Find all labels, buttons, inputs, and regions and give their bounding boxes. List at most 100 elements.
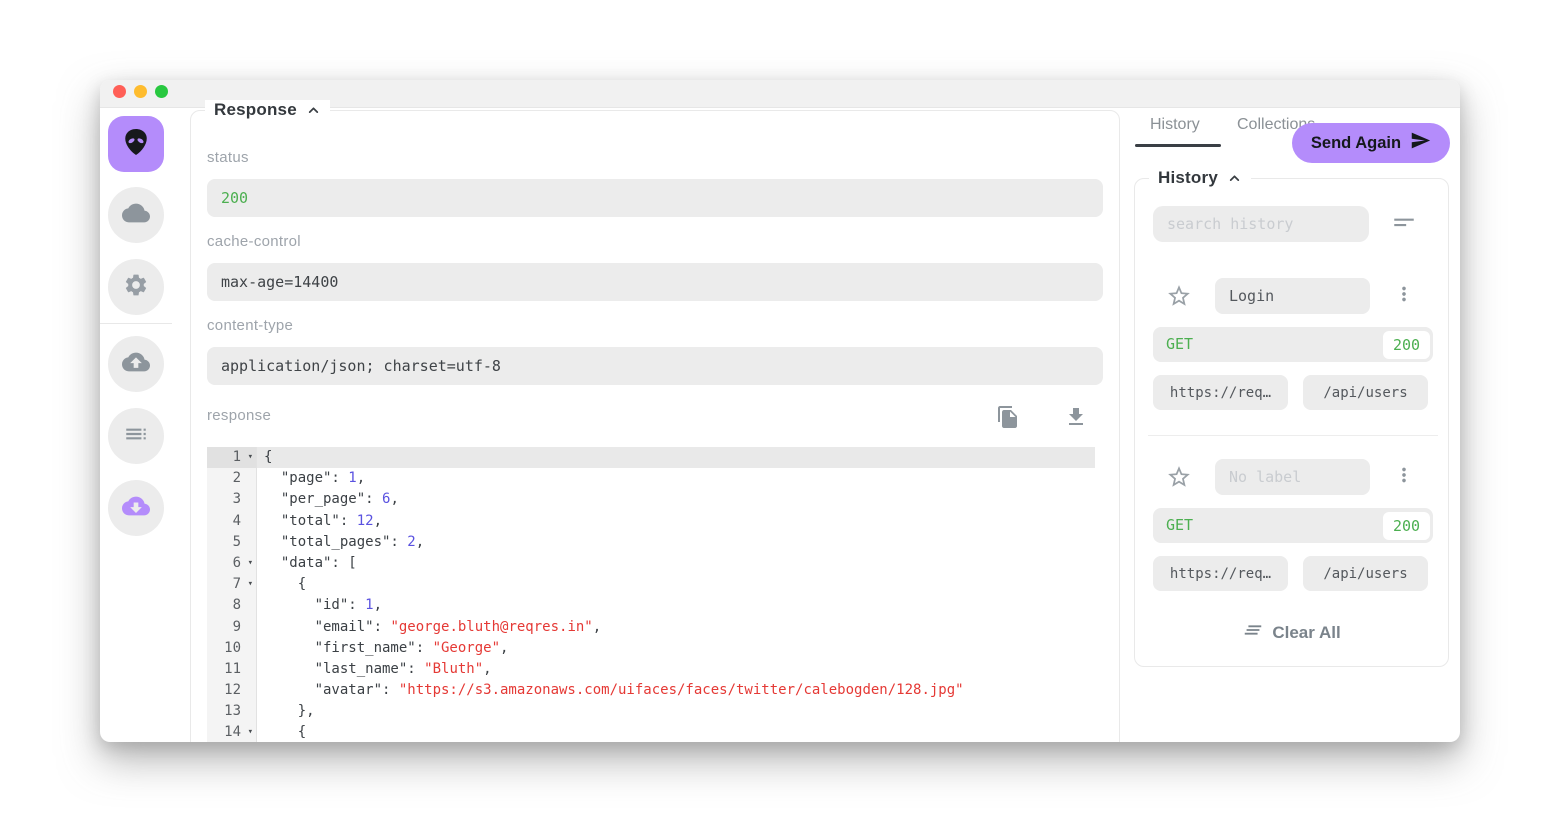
method-label: GET [1166,335,1193,353]
sidebar-item-home[interactable] [108,116,164,172]
line-number: 13 [207,701,257,722]
line-number: 11 [207,659,257,680]
code-line: 13 }, [207,701,1095,722]
code-line-text: { [257,574,306,595]
code-line-text: "per_page": 6, [257,489,399,510]
code-line-text: "total": 12, [257,511,382,532]
download-icon[interactable] [1064,405,1088,429]
code-line: 2 "page": 1, [207,468,1095,489]
send-icon [1410,130,1431,156]
alien-logo-icon [121,127,151,162]
response-panel-title: Response [214,100,297,120]
app-window: Response status cache-control content-ty… [100,80,1460,742]
list-toc-icon [123,421,149,452]
history-item-label-input[interactable] [1215,459,1370,495]
code-line-text: "last_name": "Bluth", [257,659,492,680]
line-number: 12 [207,680,257,701]
tab-history[interactable]: History [1150,116,1200,134]
sidebar-item-cloud[interactable] [108,187,164,243]
clear-all-button[interactable]: Clear All [1135,619,1448,646]
history-panel: History GET 200 https://req… /api/users [1134,178,1449,667]
code-line: 5 "total_pages": 2, [207,532,1095,553]
cache-control-label: cache-control [207,233,301,250]
code-line: 1▾{ [207,447,1095,468]
line-number: 10 [207,638,257,659]
code-line-text: "total_pages": 2, [257,532,424,553]
status-badge: 200 [1383,512,1430,540]
line-number: 2 [207,468,257,489]
code-line: 3 "per_page": 6, [207,489,1095,510]
history-item-url-path[interactable]: /api/users [1303,556,1428,591]
favorite-star-icon[interactable] [1166,283,1192,309]
copy-icon[interactable] [996,405,1020,429]
status-badge: 200 [1383,331,1430,359]
history-item-method-row[interactable]: GET 200 [1153,327,1433,362]
close-window-button[interactable] [113,85,126,98]
code-line: 9 "email": "george.bluth@reqres.in", [207,617,1095,638]
sidebar-item-cloud-download[interactable] [108,480,164,536]
code-line: 8 "id": 1, [207,595,1095,616]
clear-all-icon [1242,619,1264,646]
code-line-text: "first_name": "George", [257,638,508,659]
status-label: status [207,149,249,166]
history-panel-title: History [1158,168,1218,188]
cloud-icon [122,199,150,232]
cache-control-field[interactable] [207,263,1103,301]
send-again-button[interactable]: Send Again [1292,123,1450,163]
collapse-chevron-icon[interactable] [306,104,321,117]
code-line-text: { [257,722,306,742]
line-number: 14▾ [207,722,257,742]
send-again-label: Send Again [1311,134,1401,153]
history-item-method-row[interactable]: GET 200 [1153,508,1433,543]
history-item-label-input[interactable] [1215,278,1370,314]
zoom-window-button[interactable] [155,85,168,98]
content-type-field[interactable] [207,347,1103,385]
more-options-icon[interactable] [1393,283,1415,305]
code-line: 14▾ { [207,722,1095,742]
code-line: 10 "first_name": "George", [207,638,1095,659]
line-number: 7▾ [207,574,257,595]
sidebar-item-list[interactable] [108,408,164,464]
fold-caret-icon[interactable]: ▾ [248,574,253,595]
code-line-text: { [257,447,272,468]
history-panel-header: History [1149,168,1251,188]
fold-caret-icon[interactable]: ▾ [248,553,253,574]
code-line-text: "page": 1, [257,468,365,489]
sidebar-item-cloud-upload[interactable] [108,336,164,392]
minimize-window-button[interactable] [134,85,147,98]
sidebar-item-settings[interactable] [108,259,164,315]
line-number: 5 [207,532,257,553]
response-body-label: response [207,407,271,424]
fold-caret-icon[interactable]: ▾ [248,447,253,468]
cloud-download-icon [122,492,150,525]
gear-icon [123,272,149,303]
line-number: 6▾ [207,553,257,574]
line-number: 3 [207,489,257,510]
favorite-star-icon[interactable] [1166,464,1192,490]
sort-icon[interactable] [1391,211,1417,242]
search-history-input[interactable] [1153,206,1369,242]
fold-caret-icon[interactable]: ▾ [248,722,253,742]
history-items-divider [1148,435,1438,436]
method-label: GET [1166,516,1193,534]
history-item-url-base[interactable]: https://req… [1153,375,1288,410]
line-number: 4 [207,511,257,532]
history-item-url-path[interactable]: /api/users [1303,375,1428,410]
more-options-icon[interactable] [1393,464,1415,486]
line-number: 8 [207,595,257,616]
code-line: 11 "last_name": "Bluth", [207,659,1095,680]
response-panel: Response status cache-control content-ty… [190,110,1120,742]
code-line-text: "avatar": "https://s3.amazonaws.com/uifa… [257,680,964,701]
collapse-chevron-icon[interactable] [1227,172,1242,185]
code-line-text: "data": [ [257,553,357,574]
status-field[interactable] [207,179,1103,217]
content-type-label: content-type [207,317,293,334]
history-item-url-base[interactable]: https://req… [1153,556,1288,591]
code-line: 4 "total": 12, [207,511,1095,532]
cloud-upload-icon [122,348,150,381]
response-code-editor: 1▾{2 "page": 1,3 "per_page": 6,4 "total"… [207,447,1095,742]
code-line: 12 "avatar": "https://s3.amazonaws.com/u… [207,680,1095,701]
sidebar-divider [100,323,172,324]
line-number: 9 [207,617,257,638]
code-line-text: }, [257,701,315,722]
